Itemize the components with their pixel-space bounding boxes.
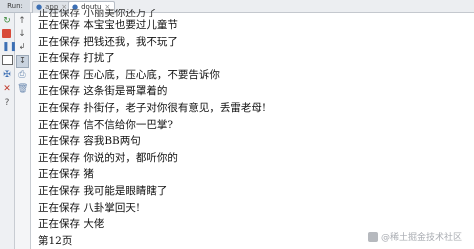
arrow-down-icon[interactable]: ↓ [17, 29, 27, 39]
console-line: 正在保存 打扰了 [38, 52, 115, 65]
juejin-logo-icon [367, 231, 378, 242]
stop-icon[interactable] [2, 29, 11, 38]
console-line: 正在保存 信不信给你一巴掌? [38, 118, 173, 131]
console-line: 正在保存 把钱还我，我不玩了 [38, 35, 178, 48]
rerun-icon[interactable]: ↻ [2, 16, 12, 26]
console-line: 正在保存 猪 [38, 168, 94, 181]
help-icon[interactable]: ? [2, 98, 12, 108]
run-toolbar-primary: ↻ ❚❚ ✠ ✕ ? [0, 13, 17, 249]
arrow-up-icon[interactable]: ↑ [17, 16, 27, 26]
console-line: 正在保存 这条街是哥罩着的 [38, 85, 168, 98]
console-line: 正在保存 容我BB两句 [38, 135, 141, 148]
console-line: 正在保存 你说的对，都听你的 [38, 151, 178, 164]
pause-icon[interactable]: ❚❚ [2, 42, 17, 52]
console-line-partial: 正在保存 小丽美你还万了 [38, 9, 157, 17]
console-line: 正在保存 压心底，压心底，不要告诉你 [38, 68, 220, 81]
watermark-text: @稀土掘金技术社区 [380, 233, 462, 243]
console-line: 正在保存 我可能是眼睛瞎了 [38, 184, 168, 197]
watermark: @稀土掘金技术社区 [367, 230, 462, 243]
soft-wrap-icon[interactable]: ↲ [17, 42, 27, 52]
layout-icon[interactable] [2, 55, 13, 65]
scroll-to-end-icon[interactable]: ↧ [16, 55, 29, 68]
console-output[interactable]: 正在保存 小丽美你还万了 正在保存 本宝宝也要过儿童节 正在保存 把钱还我，我不… [38, 9, 474, 249]
run-toolbar-secondary: ↑ ↓ ↲ ↧ ⎙ 🗑 [15, 13, 31, 249]
console-line: 正在保存 本宝宝也要过儿童节 [38, 19, 178, 31]
console-line: 正在保存 八卦掌回天! [38, 201, 141, 214]
ide-run-window: Run: ↻ ❚❚ ✠ ✕ ? ↑ ↓ ↲ ↧ ⎙ 🗑 ● app × ● do… [0, 0, 474, 249]
close-icon[interactable]: ✕ [2, 84, 12, 94]
run-panel-label: Run: [0, 0, 30, 13]
console-line: 正在保存 扑街仔，老子对你很有意见，丢雷老母! [38, 101, 267, 114]
pin-icon[interactable]: ✠ [2, 70, 12, 80]
print-icon[interactable]: ⎙ [17, 70, 27, 80]
trash-icon[interactable]: 🗑 [17, 84, 28, 94]
